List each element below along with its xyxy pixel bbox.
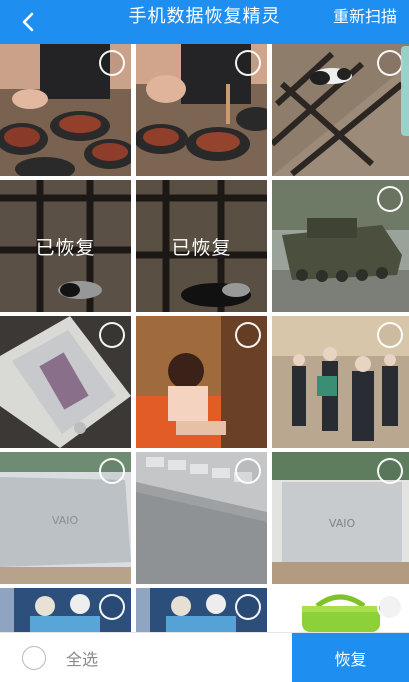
select-circle[interactable]	[377, 458, 403, 484]
select-all-toggle[interactable]: 全选	[22, 633, 98, 682]
recovered-overlay: 已恢复	[136, 180, 267, 312]
select-circle[interactable]	[377, 186, 403, 212]
photo-tile[interactable]	[0, 588, 131, 632]
select-circle[interactable]	[99, 50, 125, 76]
recovered-label: 已恢复	[171, 236, 232, 259]
select-circle[interactable]	[99, 322, 125, 348]
select-all-label: 全选	[66, 650, 99, 669]
svg-text:VAIO: VAIO	[329, 517, 356, 530]
select-circle[interactable]	[99, 594, 125, 620]
photo-tile[interactable]	[0, 316, 131, 448]
scrollbar-thumb[interactable]	[401, 46, 409, 136]
rescan-button[interactable]: 重新扫描	[333, 0, 397, 34]
photo-tile[interactable]	[272, 44, 409, 176]
photo-tile[interactable]: VAIO	[272, 452, 409, 584]
select-circle[interactable]	[235, 458, 261, 484]
back-button[interactable]	[8, 2, 48, 42]
select-circle[interactable]	[99, 458, 125, 484]
photo-grid: 已恢复 已恢复 VAIO VAIO	[0, 44, 409, 632]
photo-tile[interactable]	[0, 44, 131, 176]
svg-text:VAIO: VAIO	[52, 514, 79, 527]
photo-tile[interactable]: 已恢复	[136, 180, 267, 312]
select-all-radio[interactable]	[22, 646, 46, 670]
photo-tile[interactable]: VAIO	[0, 452, 131, 584]
select-circle[interactable]	[377, 322, 403, 348]
select-circle[interactable]	[235, 50, 261, 76]
chevron-left-icon	[22, 12, 34, 32]
recovered-label: 已恢复	[35, 236, 96, 259]
photo-tile[interactable]	[136, 452, 267, 584]
select-circle[interactable]	[377, 594, 403, 620]
photo-tile[interactable]	[272, 588, 409, 632]
photo-tile[interactable]	[272, 316, 409, 448]
bottom-bar: 全选 恢复	[0, 632, 409, 682]
select-circle[interactable]	[235, 322, 261, 348]
recover-button[interactable]: 恢复	[292, 633, 409, 682]
recovered-overlay: 已恢复	[0, 180, 131, 312]
photo-tile[interactable]: 已恢复	[0, 180, 131, 312]
photo-tile[interactable]	[136, 316, 267, 448]
select-circle[interactable]	[377, 50, 403, 76]
top-bar: 手机数据恢复精灵 重新扫描	[0, 0, 409, 44]
select-circle[interactable]	[235, 594, 261, 620]
photo-tile[interactable]	[136, 588, 267, 632]
photo-tile[interactable]	[136, 44, 267, 176]
photo-tile[interactable]	[272, 180, 409, 312]
